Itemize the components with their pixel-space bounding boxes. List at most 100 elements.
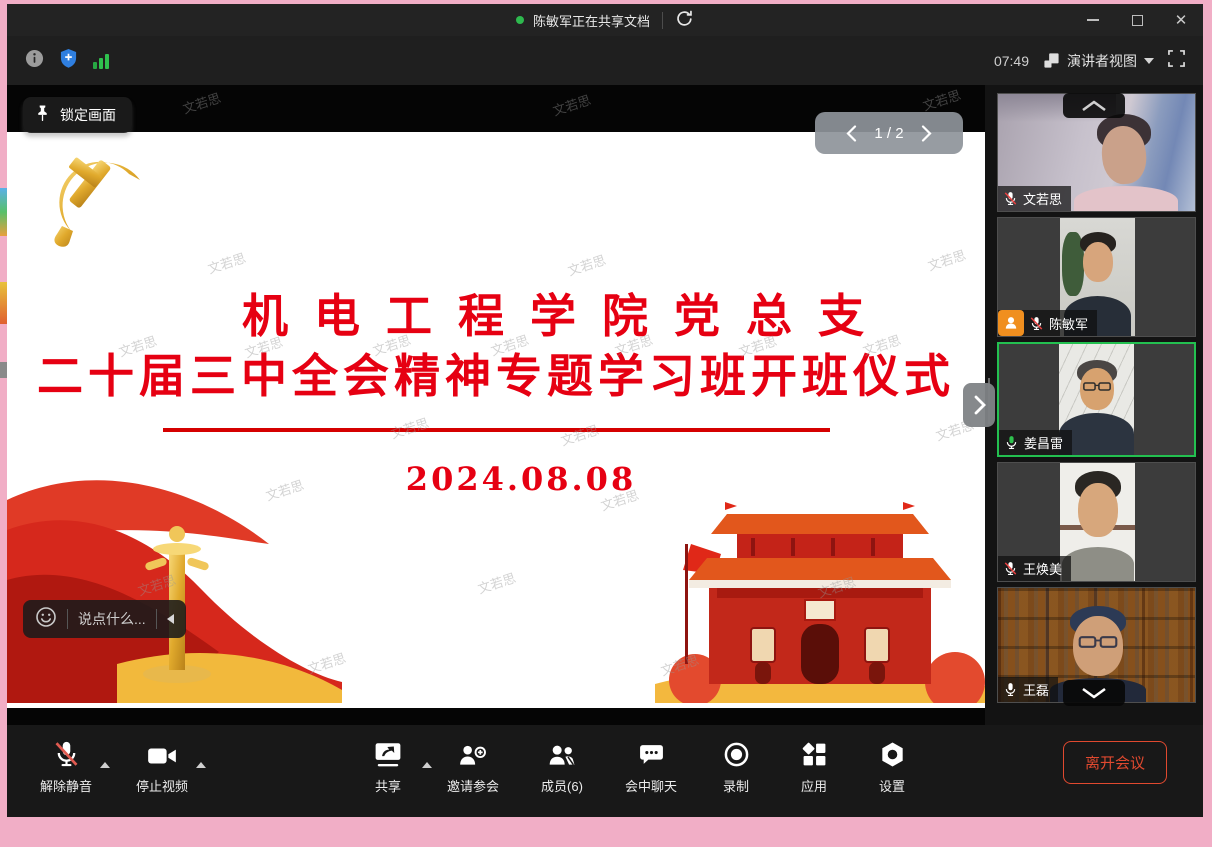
invite-button[interactable]: 邀请参会 — [437, 738, 509, 795]
close-button[interactable]: ✕ — [1159, 4, 1203, 36]
record-button[interactable]: 录制 — [707, 738, 765, 795]
mic-options-caret[interactable] — [100, 762, 110, 768]
divider — [156, 609, 157, 629]
apps-grid-icon — [801, 738, 828, 768]
flag-column-graphic — [7, 452, 342, 708]
divider — [67, 609, 68, 629]
members-icon — [547, 738, 577, 768]
title-bar: 陈敏军正在共享文档 ✕ — [7, 4, 1203, 36]
emoji-icon[interactable] — [35, 606, 57, 633]
mic-active-icon — [1004, 435, 1019, 450]
chat-label: 会中聊天 — [625, 776, 677, 795]
unmute-button[interactable]: 解除静音 — [37, 738, 95, 795]
invite-label: 邀请参会 — [447, 776, 499, 795]
share-options-caret[interactable] — [422, 762, 432, 768]
chat-bubble-icon — [638, 738, 665, 768]
next-page-icon[interactable] — [921, 125, 932, 142]
participant-name: 王磊 — [1023, 680, 1049, 699]
participant-label: 王焕美 — [998, 556, 1071, 581]
meeting-timer: 07:49 — [994, 53, 1029, 69]
pin-icon — [35, 104, 50, 126]
participant-name: 姜昌雷 — [1024, 433, 1063, 452]
sharing-status: 陈敏军正在共享文档 — [516, 9, 694, 31]
meeting-info-bar: 07:49 演讲者视图 — [7, 36, 1203, 85]
apps-label: 应用 — [801, 776, 827, 795]
lock-screen-button[interactable]: 锁定画面 — [23, 97, 132, 133]
unmute-label: 解除静音 — [40, 776, 92, 795]
participant-label: 陈敏军 — [998, 310, 1097, 336]
collapse-chat-icon[interactable] — [167, 614, 174, 624]
chat-quick-input[interactable]: 说点什么... — [23, 600, 186, 638]
desktop-icon-fragment — [0, 188, 7, 236]
participant-tile-4[interactable]: 王焕美 — [997, 462, 1196, 582]
participant-video — [1060, 463, 1135, 581]
page-indicator: 1 / 2 — [874, 125, 903, 142]
party-emblem-graphic — [43, 146, 151, 255]
stop-video-button[interactable]: 停止视频 — [133, 738, 191, 795]
participant-label: 姜昌雷 — [999, 430, 1072, 455]
participant-tile-2[interactable]: 陈敏军 — [997, 217, 1196, 337]
refresh-icon[interactable] — [675, 9, 694, 31]
slide-title-line2: 二十届三中全会精神专题学习班开班仪式 — [7, 340, 985, 406]
invite-person-icon — [458, 738, 488, 768]
video-options-caret[interactable] — [196, 762, 206, 768]
mic-on-icon — [1003, 682, 1018, 697]
participant-name: 王焕美 — [1023, 559, 1062, 578]
meeting-window: 陈敏军正在共享文档 ✕ 07:49 演讲者视图 — [7, 4, 1203, 817]
meeting-toolbar: 解除静音 停止视频 共享 邀请参会 — [7, 725, 1203, 817]
mic-muted-icon — [53, 738, 80, 768]
settings-button[interactable]: 设置 — [863, 738, 921, 795]
record-icon — [723, 738, 750, 768]
slide-divider-line — [163, 428, 830, 432]
participant-label: 文若思 — [998, 186, 1071, 211]
participant-tile-3[interactable]: 姜昌雷 — [997, 342, 1196, 457]
share-button[interactable]: 共享 — [359, 738, 417, 795]
maximize-button[interactable] — [1115, 4, 1159, 36]
fullscreen-icon[interactable] — [1168, 50, 1185, 72]
desktop-icon-fragment — [0, 282, 7, 324]
participant-label: 王磊 — [998, 677, 1058, 702]
share-screen-icon — [374, 738, 402, 768]
members-button[interactable]: 成员(6) — [529, 738, 595, 795]
share-label: 共享 — [375, 776, 401, 795]
next-slide-button[interactable] — [963, 383, 995, 427]
record-label: 录制 — [723, 776, 749, 795]
chat-input-placeholder[interactable]: 说点什么... — [78, 609, 146, 629]
desktop: { "titlebar": { "sharing_text": "陈敏军正在共享… — [0, 0, 1212, 847]
desktop-icon-fragment — [0, 362, 7, 378]
shared-document-area: 机电工程学院党总支 二十届三中全会精神专题学习班开班仪式 2024.08.08 — [7, 85, 985, 725]
page-navigation: 1 / 2 — [815, 112, 963, 154]
meeting-chat-button[interactable]: 会中聊天 — [615, 738, 687, 795]
apps-button[interactable]: 应用 — [785, 738, 843, 795]
mic-muted-icon — [1029, 316, 1044, 331]
divider — [662, 12, 663, 29]
lock-screen-label: 锁定画面 — [60, 105, 116, 125]
meeting-info-icon[interactable] — [25, 49, 44, 73]
main-area: 机电工程学院党总支 二十届三中全会精神专题学习班开班仪式 2024.08.08 — [7, 85, 1203, 725]
stop-video-label: 停止视频 — [136, 776, 188, 795]
scroll-down-participants-button[interactable] — [1063, 680, 1125, 706]
view-mode-selector[interactable]: 演讲者视图 — [1043, 51, 1154, 71]
minimize-button[interactable] — [1071, 4, 1115, 36]
participant-name: 陈敏军 — [1049, 314, 1088, 333]
sharing-status-text: 陈敏军正在共享文档 — [533, 11, 650, 30]
sharing-active-dot — [516, 16, 524, 24]
layout-icon — [1043, 52, 1060, 69]
tiananmen-graphic — [655, 472, 985, 708]
presenter-badge — [998, 310, 1024, 336]
leave-meeting-button[interactable]: 离开会议 — [1063, 741, 1167, 784]
window-controls: ✕ — [1071, 4, 1203, 36]
collapse-sidebar-button[interactable] — [1063, 93, 1125, 118]
chevron-down-icon — [1144, 58, 1154, 64]
camera-icon — [147, 738, 177, 768]
settings-label: 设置 — [879, 776, 905, 795]
settings-gear-icon — [879, 738, 906, 768]
mic-muted-icon — [1003, 191, 1018, 206]
mic-muted-icon — [1003, 561, 1018, 576]
members-label: 成员(6) — [541, 776, 583, 795]
previous-page-icon[interactable] — [846, 125, 857, 142]
network-signal-icon[interactable] — [93, 53, 109, 69]
view-mode-label: 演讲者视图 — [1067, 51, 1137, 71]
participants-sidebar: 文若思 陈敏军 — [985, 85, 1203, 725]
security-shield-icon[interactable] — [59, 48, 78, 74]
